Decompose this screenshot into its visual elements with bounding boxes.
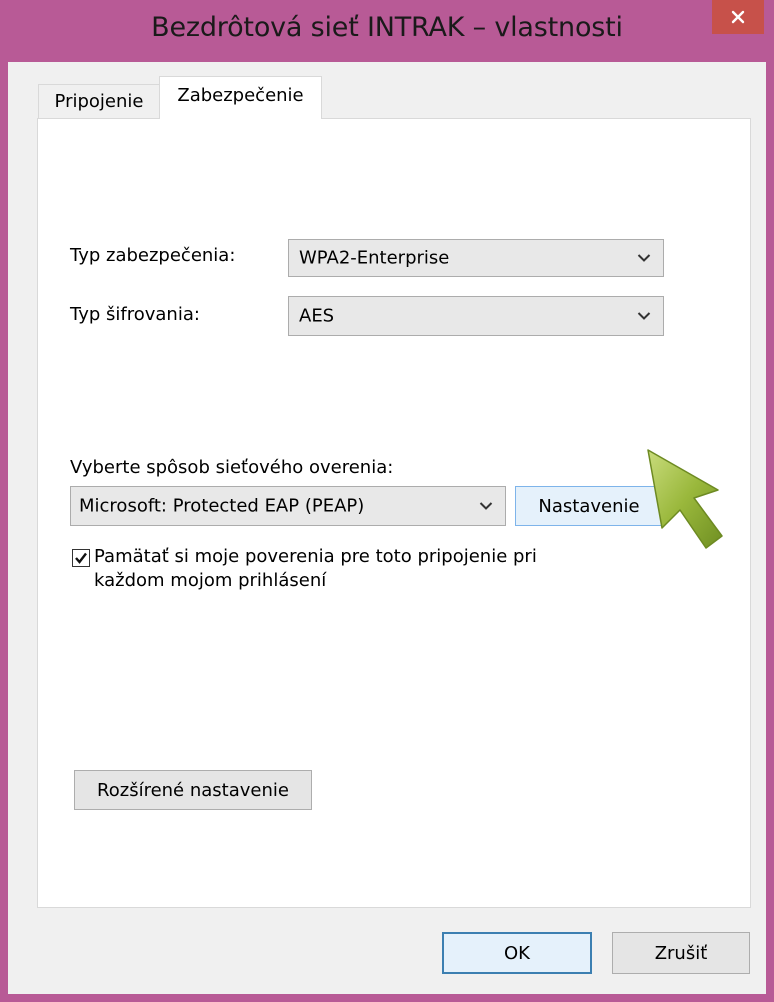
chevron-down-icon: [479, 502, 493, 510]
remember-credentials-label[interactable]: Pamätať si moje poverenia pre toto pripo…: [94, 545, 537, 593]
encryption-type-dropdown[interactable]: AES: [288, 296, 664, 336]
advanced-settings-button-label: Rozšírené nastavenie: [97, 779, 289, 801]
green-arrow-pointer-icon: [647, 449, 723, 549]
remember-credentials-label-line1: Pamätať si moje poverenia pre toto pripo…: [94, 546, 537, 567]
tab-security[interactable]: Zabezpečenie: [159, 76, 322, 119]
auth-method-label: Vyberte spôsob sieťového overenia:: [70, 457, 394, 478]
auth-method-dropdown[interactable]: Microsoft: Protected EAP (PEAP): [70, 486, 506, 526]
chevron-down-icon: [637, 312, 651, 320]
security-type-label: Typ zabezpečenia:: [70, 245, 236, 266]
ok-button-label: OK: [504, 942, 530, 964]
cancel-button[interactable]: Zrušiť: [612, 932, 750, 974]
auth-method-value: Microsoft: Protected EAP (PEAP): [79, 495, 365, 517]
close-button[interactable]: [712, 0, 764, 34]
advanced-settings-button[interactable]: Rozšírené nastavenie: [74, 770, 312, 810]
chevron-down-icon: [637, 254, 651, 262]
cancel-button-label: Zrušiť: [654, 942, 708, 964]
tab-connection-label: Pripojenie: [54, 91, 144, 112]
title-bar[interactable]: Bezdrôtová sieť INTRAK – vlastnosti: [0, 0, 774, 62]
window-title: Bezdrôtová sieť INTRAK – vlastnosti: [151, 12, 623, 43]
tab-connection[interactable]: Pripojenie: [38, 84, 160, 118]
checkmark-icon: [75, 552, 87, 564]
properties-window: Bezdrôtová sieť INTRAK – vlastnosti Prip…: [0, 0, 774, 1002]
remember-credentials-label-line2: každom mojom prihlásení: [94, 570, 327, 591]
remember-credentials-checkbox[interactable]: [72, 549, 90, 567]
auth-settings-button-label: Nastavenie: [538, 495, 640, 517]
tab-security-label: Zabezpečenie: [177, 85, 304, 106]
encryption-type-label: Typ šifrovania:: [70, 304, 200, 325]
security-type-value: WPA2-Enterprise: [299, 247, 450, 269]
encryption-type-value: AES: [299, 305, 335, 327]
close-icon: [731, 10, 745, 24]
security-type-dropdown[interactable]: WPA2-Enterprise: [288, 239, 664, 277]
ok-button[interactable]: OK: [442, 932, 592, 974]
